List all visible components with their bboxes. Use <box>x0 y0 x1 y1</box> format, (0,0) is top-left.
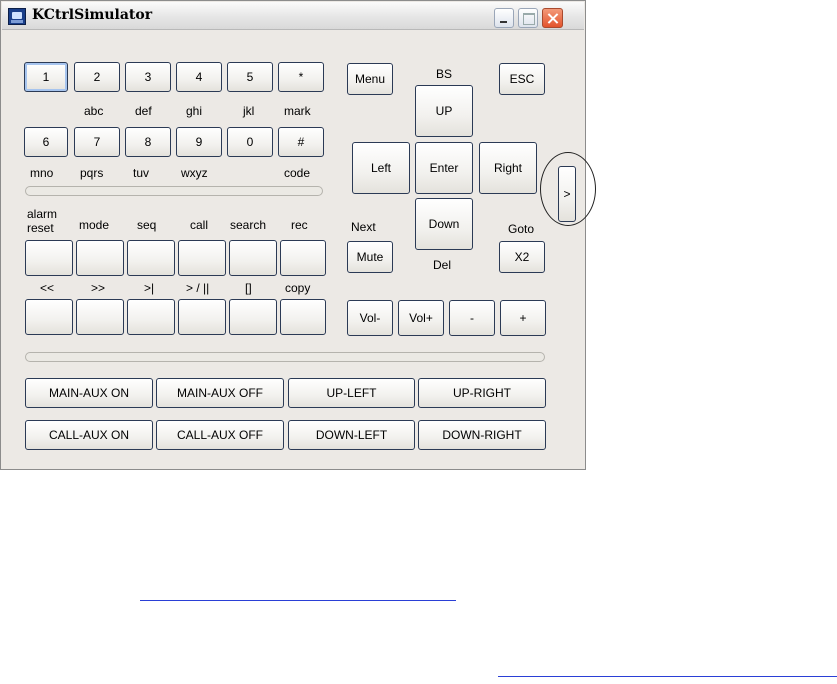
up-left-button[interactable]: UP-LEFT <box>288 378 415 408</box>
menu-button[interactable]: Menu <box>347 63 393 95</box>
rewind-label: << <box>40 281 55 295</box>
minus-button[interactable]: - <box>449 300 495 336</box>
right-button[interactable]: Right <box>479 142 537 194</box>
skip-label: >| <box>144 281 155 295</box>
esc-button[interactable]: ESC <box>499 63 545 95</box>
keypad-slider-track[interactable] <box>25 186 323 196</box>
down-left-button[interactable]: DOWN-LEFT <box>288 420 415 450</box>
minimize-button[interactable] <box>494 8 514 28</box>
copy-label: copy <box>285 281 311 295</box>
mute-button[interactable]: Mute <box>347 241 393 273</box>
key-9-letters: wxyz <box>181 166 208 180</box>
close-button[interactable] <box>542 8 563 28</box>
key-9[interactable]: 9 <box>176 127 222 157</box>
key-5-letters: jkl <box>243 104 255 118</box>
window-title: KCtrlSimulator <box>32 7 153 23</box>
rewind-button[interactable] <box>25 299 73 335</box>
key-2[interactable]: 2 <box>74 62 120 92</box>
key-3[interactable]: 3 <box>125 62 171 92</box>
seq-label: seq <box>137 218 157 232</box>
key-8-letters: tuv <box>133 166 150 180</box>
up-right-button[interactable]: UP-RIGHT <box>418 378 546 408</box>
key-1[interactable]: 1 <box>24 62 68 92</box>
plus-button[interactable]: + <box>500 300 546 336</box>
title-bar[interactable]: KCtrlSimulator <box>2 2 584 30</box>
del-label: Del <box>433 258 452 272</box>
app-window: KCtrlSimulator 1 2 3 4 5 * abc def ghi j… <box>0 0 586 470</box>
key-7[interactable]: 7 <box>74 127 120 157</box>
rec-label: rec <box>291 218 308 232</box>
copy-button[interactable] <box>280 299 326 335</box>
fast-forward-label: >> <box>91 281 106 295</box>
main-aux-off-button[interactable]: MAIN-AUX OFF <box>156 378 284 408</box>
main-aux-on-button[interactable]: MAIN-AUX ON <box>25 378 153 408</box>
key-4-letters: ghi <box>186 104 203 118</box>
goto-label: Goto <box>508 222 535 236</box>
play-pause-label: > / || <box>186 281 210 295</box>
stop-button[interactable] <box>229 299 277 335</box>
key-8[interactable]: 8 <box>125 127 171 157</box>
skip-button[interactable] <box>127 299 175 335</box>
key-star-label: mark <box>284 104 311 118</box>
key-4[interactable]: 4 <box>176 62 222 92</box>
app-icon <box>8 8 26 25</box>
next-label: Next <box>351 220 376 234</box>
alarm-reset-label: alarm reset <box>27 207 58 235</box>
play-pause-button[interactable] <box>178 299 226 335</box>
key-2-letters: abc <box>84 104 104 118</box>
key-3-letters: def <box>135 104 152 118</box>
document-link-underline[interactable] <box>140 600 456 601</box>
mode-label: mode <box>79 218 110 232</box>
document-link-underline[interactable] <box>498 676 837 677</box>
enter-button[interactable]: Enter <box>415 142 473 194</box>
down-right-button[interactable]: DOWN-RIGHT <box>418 420 546 450</box>
bs-label: BS <box>436 67 453 81</box>
fast-forward-button[interactable] <box>76 299 124 335</box>
call-button[interactable] <box>178 240 226 276</box>
rec-button[interactable] <box>280 240 326 276</box>
search-button[interactable] <box>229 240 277 276</box>
x2-button[interactable]: X2 <box>499 241 545 273</box>
maximize-button[interactable] <box>518 8 538 28</box>
key-hash[interactable]: # <box>278 127 324 157</box>
stop-label: [] <box>245 281 252 295</box>
alarm-reset-button[interactable] <box>25 240 73 276</box>
key-6[interactable]: 6 <box>24 127 68 157</box>
key-6-letters: mno <box>30 166 54 180</box>
key-hash-label: code <box>284 166 311 180</box>
key-7-letters: pqrs <box>80 166 104 180</box>
main-slider-track[interactable] <box>25 352 545 362</box>
highlight-circle <box>540 152 596 226</box>
call-label: call <box>190 218 209 232</box>
call-aux-on-button[interactable]: CALL-AUX ON <box>25 420 153 450</box>
mode-button[interactable] <box>76 240 124 276</box>
seq-button[interactable] <box>127 240 175 276</box>
search-label: search <box>230 218 267 232</box>
call-aux-off-button[interactable]: CALL-AUX OFF <box>156 420 284 450</box>
key-5[interactable]: 5 <box>227 62 273 92</box>
vol-minus-button[interactable]: Vol- <box>347 300 393 336</box>
key-star[interactable]: * <box>278 62 324 92</box>
down-button[interactable]: Down <box>415 198 473 250</box>
vol-plus-button[interactable]: Vol+ <box>398 300 444 336</box>
left-button[interactable]: Left <box>352 142 410 194</box>
up-button[interactable]: UP <box>415 85 473 137</box>
key-0[interactable]: 0 <box>227 127 273 157</box>
